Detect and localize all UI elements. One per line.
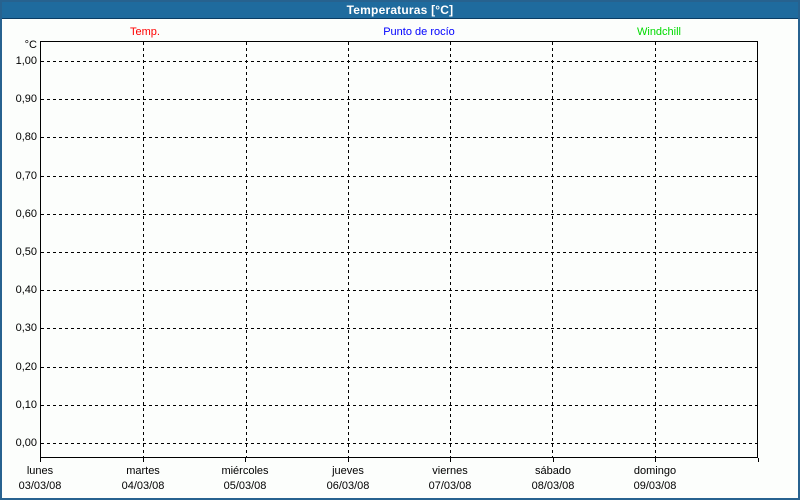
x-date-label: 03/03/08	[18, 480, 62, 492]
x-gridline	[143, 42, 144, 457]
legend-item-3: Windchill	[636, 26, 682, 38]
y-gridline	[41, 137, 757, 138]
y-axis-unit-label: °C	[24, 39, 37, 51]
legend-item-2: Punto de rocío	[383, 26, 455, 38]
chart-title-bar: Temperaturas [°C]	[2, 2, 798, 19]
x-day-label: sábado	[534, 465, 572, 477]
y-gridline	[41, 290, 757, 291]
y-gridline	[41, 328, 757, 329]
y-tick-label: 0,20	[15, 361, 37, 373]
x-date-label: 05/03/08	[223, 480, 267, 492]
x-day-label: viernes	[432, 465, 468, 477]
x-day-label: domingo	[633, 465, 677, 477]
x-gridline	[552, 42, 553, 457]
x-date-label: 08/03/08	[531, 480, 575, 492]
x-axis-tick	[40, 458, 41, 462]
x-axis-tick	[348, 458, 349, 462]
y-gridline	[41, 252, 757, 253]
x-gridline	[655, 42, 656, 457]
x-date-label: 07/03/08	[428, 480, 472, 492]
y-tick-label: 0,90	[15, 93, 37, 105]
y-tick-label: 0,10	[15, 399, 37, 411]
x-day-label: martes	[126, 465, 160, 477]
y-gridline	[41, 405, 757, 406]
x-day-label: miércoles	[221, 465, 269, 477]
y-tick-label: 0,40	[15, 284, 37, 296]
plot-area	[40, 41, 758, 458]
x-axis-tick	[553, 458, 554, 462]
x-axis-tick	[450, 458, 451, 462]
y-gridline	[41, 367, 757, 368]
x-day-label: jueves	[332, 465, 364, 477]
y-tick-label: 0,30	[15, 322, 37, 334]
x-axis-tick	[245, 458, 246, 462]
y-gridline	[41, 214, 757, 215]
x-axis-tick	[143, 458, 144, 462]
y-gridline	[41, 443, 757, 444]
legend-item-1: Temp.	[130, 26, 160, 38]
y-gridline	[41, 61, 757, 62]
y-gridline	[41, 176, 757, 177]
x-date-label: 06/03/08	[326, 480, 370, 492]
x-axis-tick	[758, 458, 759, 462]
y-gridline	[41, 99, 757, 100]
y-tick-label: 0,50	[15, 246, 37, 258]
x-date-label: 09/03/08	[633, 480, 677, 492]
y-tick-label: 0,80	[15, 131, 37, 143]
x-gridline	[450, 42, 451, 457]
y-tick-label: 0,00	[15, 437, 37, 449]
x-date-label: 04/03/08	[121, 480, 165, 492]
y-tick-label: 0,70	[15, 170, 37, 182]
y-tick-label: 0,60	[15, 208, 37, 220]
x-axis-tick	[655, 458, 656, 462]
y-tick-label: 1,00	[15, 55, 37, 67]
x-day-label: lunes	[26, 465, 54, 477]
x-gridline	[246, 42, 247, 457]
weather-chart-window: Temperaturas [°C] Temp. Punto de rocío Win…	[0, 0, 800, 500]
x-gridline	[348, 42, 349, 457]
